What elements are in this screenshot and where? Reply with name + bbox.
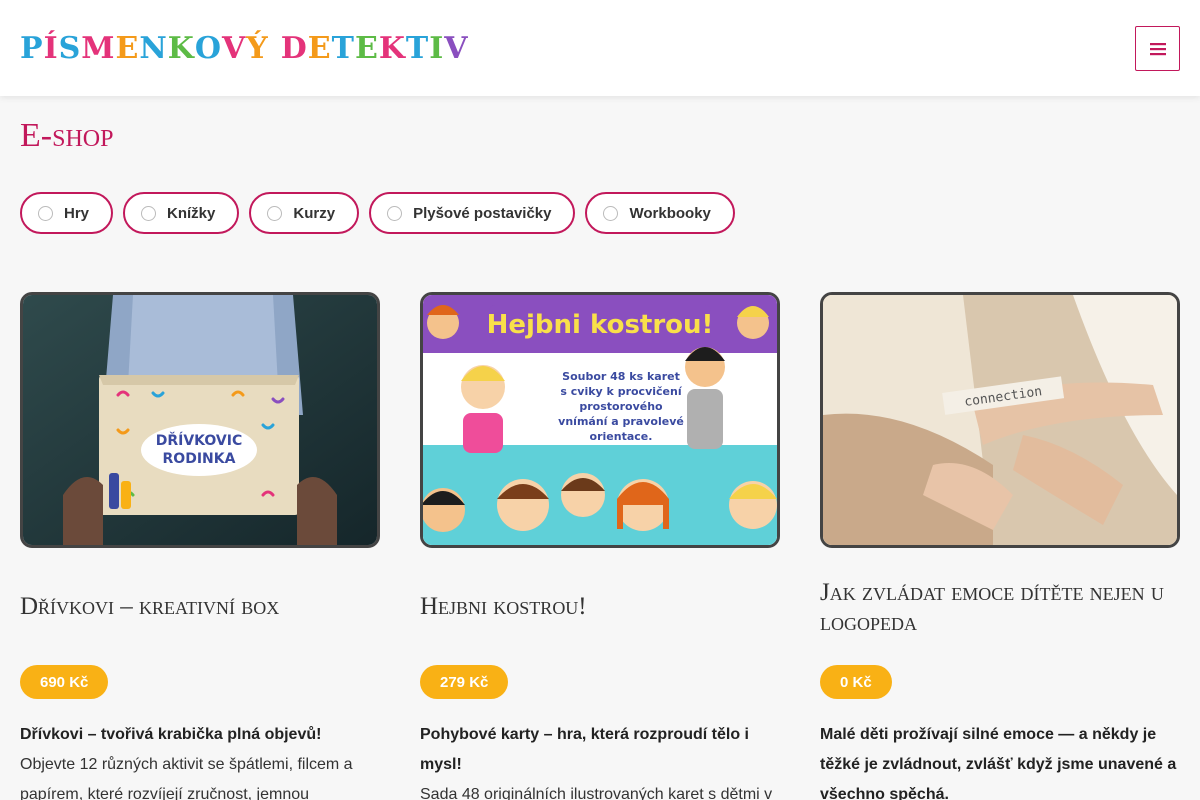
filter-label: Knížky	[167, 204, 216, 222]
logo-letter: K	[167, 30, 195, 66]
product-card: Hejbni kostrou! Soubor 48 ks karet s cvi…	[420, 292, 780, 800]
logo-letter: E	[307, 30, 332, 66]
radio-icon[interactable]	[603, 205, 619, 221]
hamburger-icon	[1149, 42, 1166, 55]
menu-button[interactable]	[1135, 26, 1180, 71]
product-title[interactable]: Jak zvládat emoce dítěte nejen u logoped…	[820, 578, 1180, 638]
logo-letter: E	[115, 30, 140, 66]
product-image[interactable]: connection	[820, 292, 1180, 548]
radio-icon[interactable]	[38, 205, 53, 221]
description-headline: Pohybové karty – hra, která rozproudí tě…	[420, 726, 749, 773]
filter-kurzy[interactable]: Kurzy	[249, 192, 360, 234]
description-headline: Dřívkovi – tvořivá krabička plná objevů!	[20, 726, 322, 743]
logo-letter: T	[331, 30, 355, 66]
logo-letter: D	[280, 30, 308, 66]
radio-icon[interactable]	[141, 205, 157, 221]
logo-letter: V	[222, 30, 247, 66]
product-title[interactable]: Hejbni kostrou!	[420, 592, 587, 622]
radio-icon[interactable]	[387, 205, 403, 221]
filter-label: Hry	[64, 204, 90, 222]
radio-icon[interactable]	[267, 205, 283, 221]
card-subtitle-line3: prostorového	[579, 400, 663, 413]
card-subtitle-line1: Soubor 48 ks karet	[562, 370, 680, 383]
product-description: Dřívkovi – tvořivá krabička plná objevů!…	[20, 720, 380, 800]
logo-letter: N	[139, 30, 168, 66]
card-title: Hejbni kostrou!	[487, 310, 714, 340]
price-badge: 279 Kč	[420, 665, 509, 699]
logo-letter: Ý	[246, 30, 269, 66]
filter-knizky[interactable]: Knížky	[123, 192, 240, 234]
product-description: Pohybové karty – hra, která rozproudí tě…	[420, 720, 780, 800]
card-subtitle-line4: vnímání a pravolevé	[558, 415, 684, 428]
logo-letter: I	[429, 30, 445, 66]
logo-letter: K	[378, 30, 406, 66]
logo-letter: Í	[43, 30, 59, 66]
description-headline: Malé děti prožívají silné emoce — a někd…	[820, 726, 1177, 800]
logo-letter: M	[81, 30, 116, 66]
card-subtitle-line2: s cviky k procvičení	[560, 385, 682, 398]
logo-letter: P	[20, 30, 44, 66]
card-subtitle-line5: orientace.	[590, 430, 653, 443]
filter-label: Kurzy	[293, 204, 336, 222]
site-header: PÍSMENKOVÝ DETEKTIV	[0, 0, 1200, 96]
filter-workbooky[interactable]: Workbooky	[585, 192, 735, 234]
description-text: Objevte 12 různých aktivit se špátlemi, …	[20, 756, 353, 800]
product-card: connection Jak zvládat emoce dítěte neje…	[820, 292, 1180, 800]
site-logo[interactable]: PÍSMENKOVÝ DETEKTIV	[20, 28, 469, 68]
product-card: DŘÍVKOVIC RODINKA Dřívkovi – kreativní b…	[20, 292, 380, 800]
filter-label: Workbooky	[629, 204, 711, 222]
product-image[interactable]: DŘÍVKOVIC RODINKA	[20, 292, 380, 548]
filter-plysove-postavicky[interactable]: Plyšové postavičky	[369, 192, 576, 234]
product-title[interactable]: Dřívkovi – kreativní box	[20, 592, 279, 622]
logo-letter: T	[405, 30, 430, 66]
category-filters: Hry Knížky Kurzy Plyšové postavičky Work…	[20, 192, 735, 234]
filter-hry[interactable]: Hry	[20, 192, 114, 234]
product-description: Malé děti prožívají silné emoce — a někd…	[820, 720, 1180, 800]
box-title-line2: RODINKA	[163, 451, 236, 467]
product-image[interactable]: Hejbni kostrou! Soubor 48 ks karet s cvi…	[420, 292, 780, 548]
description-text: Sada 48 originálních ilustrovaných karet…	[420, 786, 773, 800]
logo-letter: O	[194, 30, 223, 66]
box-title-line1: DŘÍVKOVIC	[156, 432, 243, 449]
logo-letter: E	[354, 30, 379, 66]
page-title: E-shop	[20, 117, 114, 154]
price-badge: 0 Kč	[820, 665, 892, 699]
logo-letter: V	[444, 30, 469, 66]
filter-label: Plyšové postavičky	[413, 204, 552, 222]
price-badge: 690 Kč	[20, 665, 109, 699]
logo-letter: S	[58, 30, 82, 66]
